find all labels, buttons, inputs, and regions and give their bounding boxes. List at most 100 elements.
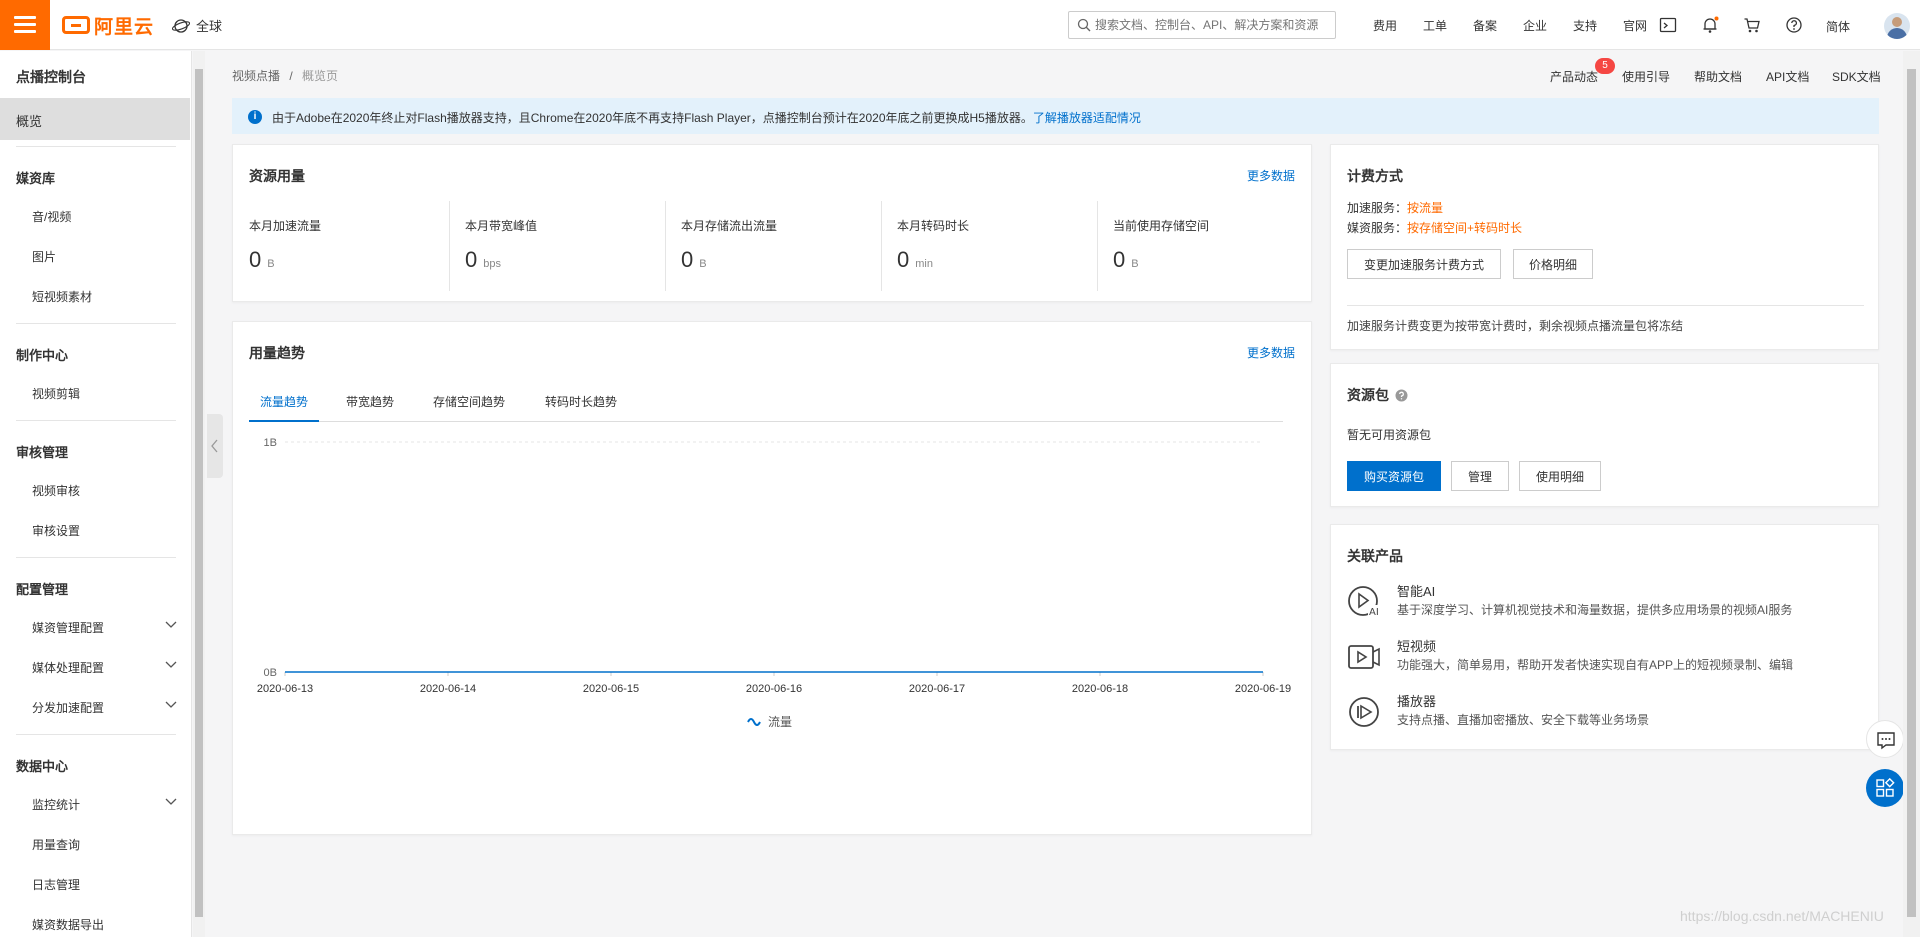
quick-apps-button[interactable] (1866, 769, 1904, 807)
link-sdk-docs[interactable]: SDK文档 (1832, 68, 1881, 85)
sidebar-item-review-settings[interactable]: 审核设置 (32, 522, 177, 539)
sidebar-item-usage-query[interactable]: 用量查询 (32, 836, 177, 853)
breadcrumb: 视频点播 / 概览页 (232, 69, 339, 83)
x-tick-label: 2020-06-18 (1072, 683, 1128, 695)
stat-bandwidth-peak: 本月带宽峰值 0 bps (465, 219, 538, 272)
link-product-news[interactable]: 产品动态 (1550, 68, 1598, 85)
stat-accel-traffic: 本月加速流量 0B (249, 219, 322, 272)
main-scrollbar[interactable] (1903, 51, 1920, 937)
short-video-icon (1348, 645, 1380, 669)
sidebar-group-media: 媒资库 (16, 171, 56, 186)
aliyun-logo[interactable]: 阿里云 (62, 13, 154, 38)
nav-tickets[interactable]: 工单 (1410, 17, 1460, 34)
tab-storage-trend[interactable]: 存储空间趋势 (421, 390, 517, 422)
usage-details-button[interactable]: 使用明细 (1519, 461, 1601, 491)
traffic-trend-chart: 0B 1B 2020-06-13 2020-06-14 2020-06-15 2020-… (257, 437, 1291, 729)
cart-icon[interactable] (1743, 16, 1761, 34)
card-title: 资源包 (1347, 385, 1408, 405)
svg-text:AI: AI (1369, 607, 1379, 618)
stat-storage-egress: 本月存储流出流量 0B (681, 219, 778, 272)
sidebar-scrollbar[interactable] (193, 51, 205, 937)
x-tick-label: 2020-06-13 (257, 683, 313, 695)
logo-icon (62, 16, 90, 34)
chevron-down-icon (165, 798, 177, 805)
card-title: 关联产品 (1347, 548, 1403, 564)
search-icon (1077, 18, 1091, 32)
sidebar-item-media-config[interactable]: 媒资管理配置 (32, 619, 177, 636)
search-box[interactable] (1068, 11, 1336, 39)
apps-icon (1876, 777, 1895, 797)
product-player[interactable]: 播放器 支持点播、直播加密播放、安全下载等业务场景 (1347, 691, 1867, 735)
more-data-link[interactable]: 更多数据 (1247, 167, 1295, 184)
sidebar-item-processing-config[interactable]: 媒体处理配置 (32, 659, 177, 676)
more-data-link[interactable]: 更多数据 (1247, 344, 1295, 361)
product-smart-ai[interactable]: AI 智能AI 基于深度学习、计算机视觉技术和海量数据，提供多应用场景的视频AI… (1347, 581, 1867, 625)
help-icon[interactable] (1395, 389, 1408, 402)
tab-transcode-trend[interactable]: 转码时长趋势 (533, 390, 629, 422)
chat-icon (1877, 732, 1895, 750)
scrollbar-thumb[interactable] (1907, 69, 1916, 917)
user-avatar[interactable] (1884, 13, 1910, 39)
related-products-card: 关联产品 AI 智能AI 基于深度学习、计算机视觉技术和海量数据，提供多应用场景… (1330, 524, 1879, 750)
y-tick-label: 1B (264, 437, 277, 449)
bell-icon[interactable] (1701, 16, 1719, 34)
breadcrumb-root[interactable]: 视频点播 (232, 69, 280, 83)
link-guide[interactable]: 使用引导 (1622, 68, 1670, 85)
terminal-icon[interactable] (1659, 16, 1677, 34)
breadcrumb-current: 概览页 (302, 69, 339, 83)
sidebar-item-images[interactable]: 图片 (32, 248, 177, 265)
player-adaptation-link[interactable]: 了解播放器适配情况 (1033, 111, 1141, 125)
tab-traffic-trend[interactable]: 流量趋势 (249, 390, 319, 422)
language-switch[interactable]: 简体 (1826, 18, 1850, 35)
chevron-down-icon (165, 701, 177, 708)
scrollbar-thumb[interactable] (195, 69, 203, 917)
help-icon[interactable] (1785, 16, 1803, 34)
divider (16, 146, 176, 147)
price-details-button[interactable]: 价格明细 (1513, 249, 1593, 279)
link-help-docs[interactable]: 帮助文档 (1694, 68, 1742, 85)
chevron-down-icon (165, 661, 177, 668)
nav-support[interactable]: 支持 (1560, 17, 1610, 34)
sidebar-item-distribution-config[interactable]: 分发加速配置 (32, 699, 177, 716)
product-short-video[interactable]: 短视频 功能强大，简单易用，帮助开发者快速实现自有APP上的短视频录制、编辑 (1347, 636, 1867, 680)
nav-official-site[interactable]: 官网 (1610, 17, 1660, 34)
billing-note: 加速服务计费变更为按带宽计费时，剩余视频点播流量包将冻结 (1347, 319, 1684, 333)
sidebar-collapse-toggle[interactable] (207, 414, 223, 478)
chevron-left-icon (211, 439, 218, 453)
news-badge: 5 (1595, 58, 1615, 74)
sidebar-item-overview[interactable]: 概览 (0, 98, 190, 140)
divider (16, 734, 176, 735)
usage-trend-card: 用量趋势 更多数据 流量趋势 带宽趋势 存储空间趋势 转码时长趋势 0B 1B 2… (232, 321, 1312, 835)
sidebar-item-log-management[interactable]: 日志管理 (32, 876, 177, 893)
sidebar-item-monitoring[interactable]: 监控统计 (32, 796, 177, 813)
sidebar-item-media-export[interactable]: 媒资数据导出 (32, 916, 177, 933)
sidebar-group-data: 数据中心 (16, 759, 69, 774)
media-billing: 媒资服务：按存储空间+转码时长 (1347, 221, 1523, 235)
region-selector[interactable]: 全球 (172, 16, 222, 35)
buy-package-button[interactable]: 购买资源包 (1347, 461, 1441, 491)
x-tick-label: 2020-06-16 (746, 683, 802, 695)
link-api-docs[interactable]: API文档 (1766, 68, 1809, 85)
search-input[interactable] (1095, 18, 1325, 32)
manage-button[interactable]: 管理 (1451, 461, 1509, 491)
watermark: https://blog.csdn.net/MACHENIU (1680, 908, 1884, 924)
menu-icon[interactable] (0, 0, 50, 50)
sidebar-item-short-video-material[interactable]: 短视频素材 (32, 288, 177, 305)
trend-tabs: 流量趋势 带宽趋势 存储空间趋势 转码时长趋势 (249, 390, 1283, 422)
no-package-text: 暂无可用资源包 (1347, 428, 1432, 442)
sidebar-item-video-review[interactable]: 视频审核 (32, 482, 177, 499)
sidebar-item-video-editing[interactable]: 视频剪辑 (32, 385, 177, 402)
billing-card: 计费方式 加速服务：按流量 媒资服务：按存储空间+转码时长 变更加速服务计费方式… (1330, 144, 1879, 350)
stat-storage-used: 当前使用存储空间 0B (1113, 219, 1210, 272)
stat-transcode-duration: 本月转码时长 0 min (897, 219, 970, 272)
card-title: 计费方式 (1347, 168, 1403, 184)
nav-fees[interactable]: 费用 (1360, 17, 1410, 34)
sidebar-item-audio-video[interactable]: 音/视频 (32, 208, 177, 225)
nav-enterprise[interactable]: 企业 (1510, 17, 1560, 34)
legend-label[interactable]: 流量 (768, 715, 792, 729)
ai-play-icon: AI (1348, 586, 1380, 618)
feedback-button[interactable] (1866, 720, 1904, 758)
tab-bandwidth-trend[interactable]: 带宽趋势 (335, 390, 405, 422)
nav-filing[interactable]: 备案 (1460, 17, 1510, 34)
change-billing-button[interactable]: 变更加速服务计费方式 (1347, 249, 1501, 279)
